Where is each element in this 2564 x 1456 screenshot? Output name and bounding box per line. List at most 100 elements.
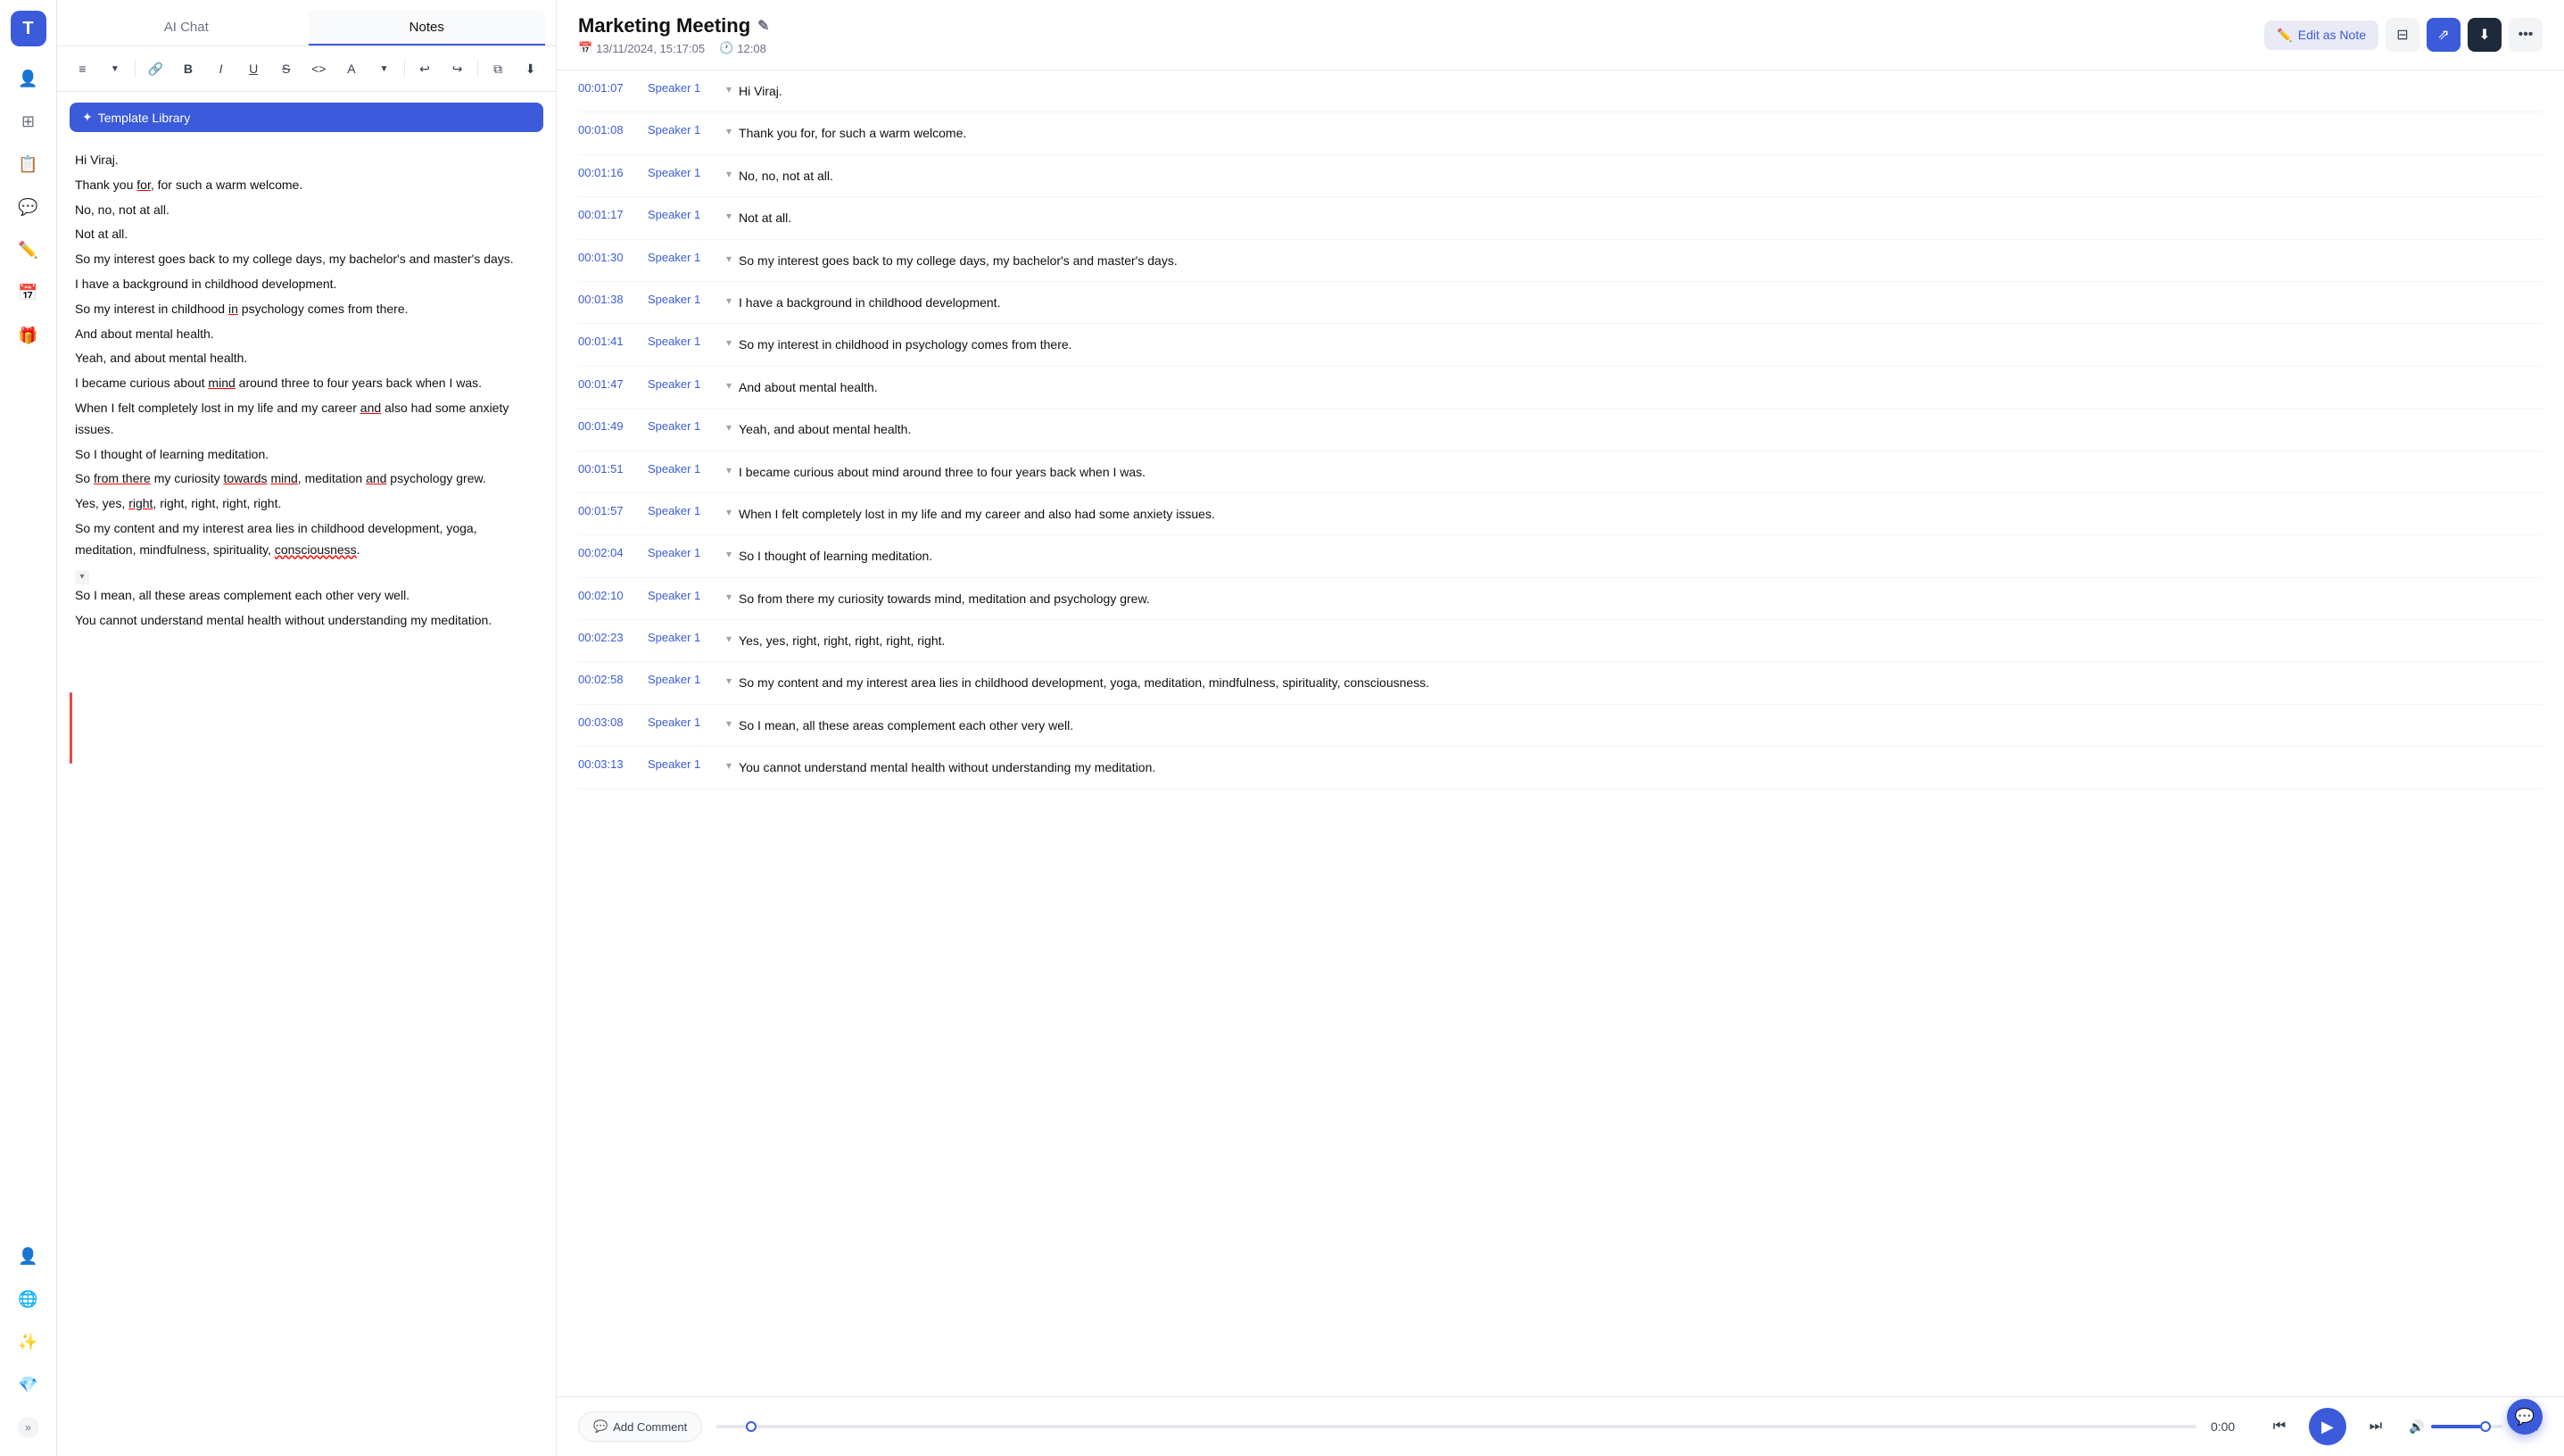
code-btn[interactable]: <> <box>306 55 332 82</box>
sidebar-item-gem[interactable]: 💎 <box>11 1367 46 1402</box>
timestamp-5[interactable]: 00:01:38 <box>578 293 641 306</box>
chevron-down-icon-10[interactable]: ▾ <box>726 504 732 518</box>
speaker-13[interactable]: Speaker 1 <box>648 631 719 644</box>
chevron-down-icon-9[interactable]: ▾ <box>726 462 732 476</box>
progress-thumb[interactable] <box>746 1421 757 1432</box>
sidebar-item-pen[interactable]: ✏️ <box>11 232 46 268</box>
speaker-6[interactable]: Speaker 1 <box>648 335 719 348</box>
sidebar-item-wand[interactable]: ✨ <box>11 1324 46 1360</box>
speaker-11[interactable]: Speaker 1 <box>648 546 719 559</box>
chevron-down-icon-5[interactable]: ▾ <box>726 293 732 307</box>
tab-notes[interactable]: Notes <box>309 11 546 46</box>
chevron-down-icon-11[interactable]: ▾ <box>726 546 732 560</box>
template-icon-btn[interactable]: ⊟ <box>2386 18 2419 52</box>
timestamp-14[interactable]: 00:02:58 <box>578 673 641 686</box>
speaker-2[interactable]: Speaker 1 <box>648 166 719 179</box>
timestamp-13[interactable]: 00:02:23 <box>578 631 641 644</box>
sidebar-collapse-btn[interactable]: » <box>18 1417 39 1438</box>
timestamp-12[interactable]: 00:02:10 <box>578 589 641 602</box>
chevron-down-icon-2[interactable]: ▾ <box>726 166 732 180</box>
chevron-down-icon-1[interactable]: ▾ <box>726 123 732 137</box>
volume-slider[interactable] <box>2431 1425 2502 1428</box>
copy-btn[interactable]: ⧉ <box>485 55 511 82</box>
expand-icon[interactable]: ▾ <box>75 570 89 584</box>
speaker-3[interactable]: Speaker 1 <box>648 208 719 221</box>
sidebar-item-calendar[interactable]: 📅 <box>11 275 46 310</box>
add-comment-btn[interactable]: 💬 Add Comment <box>578 1411 702 1442</box>
timestamp-2[interactable]: 00:01:16 <box>578 166 641 179</box>
chevron-down-icon-4[interactable]: ▾ <box>726 251 732 265</box>
speaker-9[interactable]: Speaker 1 <box>648 462 719 476</box>
link-btn[interactable]: 🔗 <box>143 55 169 82</box>
tab-ai-chat[interactable]: AI Chat <box>68 11 305 46</box>
template-library-btn[interactable]: ✦ Template Library <box>70 103 543 132</box>
chevron-down-icon-12[interactable]: ▾ <box>726 589 732 603</box>
speaker-4[interactable]: Speaker 1 <box>648 251 719 264</box>
undo-btn[interactable]: ↩ <box>412 55 438 82</box>
sidebar-item-person[interactable]: 👤 <box>11 1238 46 1274</box>
sidebar-item-gift[interactable]: 🎁 <box>11 318 46 353</box>
redo-btn[interactable]: ↪ <box>444 55 470 82</box>
font-color-btn[interactable]: A <box>339 55 365 82</box>
chevron-down-icon-3[interactable]: ▾ <box>726 208 732 222</box>
timestamp-3[interactable]: 00:01:17 <box>578 208 641 221</box>
chevron-down-icon-7[interactable]: ▾ <box>726 377 732 392</box>
sidebar-item-users[interactable]: 👤 <box>11 61 46 96</box>
speaker-16[interactable]: Speaker 1 <box>648 757 719 771</box>
timestamp-7[interactable]: 00:01:47 <box>578 377 641 391</box>
forward-btn[interactable]: ⏭ <box>2357 1408 2394 1445</box>
timestamp-6[interactable]: 00:01:41 <box>578 335 641 348</box>
speaker-7[interactable]: Speaker 1 <box>648 377 719 391</box>
floating-chat-btn[interactable]: 💬 <box>2507 1399 2543 1435</box>
timestamp-1[interactable]: 00:01:08 <box>578 123 641 136</box>
volume-icon[interactable]: 🔊 <box>2409 1419 2424 1435</box>
strikethrough-btn[interactable]: S <box>273 55 299 82</box>
right-header: Marketing Meeting ✎ 📅 13/11/2024, 15:17:… <box>557 0 2564 70</box>
timestamp-0[interactable]: 00:01:07 <box>578 81 641 95</box>
sidebar-item-translate[interactable]: 🌐 <box>11 1281 46 1317</box>
underline-btn[interactable]: U <box>241 55 267 82</box>
speaker-12[interactable]: Speaker 1 <box>648 589 719 602</box>
timestamp-15[interactable]: 00:03:08 <box>578 716 641 729</box>
speaker-0[interactable]: Speaker 1 <box>648 81 719 95</box>
timestamp-11[interactable]: 00:02:04 <box>578 546 641 559</box>
speaker-8[interactable]: Speaker 1 <box>648 419 719 433</box>
bold-btn[interactable]: B <box>176 55 202 82</box>
timestamp-9[interactable]: 00:01:51 <box>578 462 641 476</box>
timestamp-4[interactable]: 00:01:30 <box>578 251 641 264</box>
speaker-5[interactable]: Speaker 1 <box>648 293 719 306</box>
italic-btn[interactable]: I <box>208 55 234 82</box>
chevron-down-icon-6[interactable]: ▾ <box>726 335 732 349</box>
edit-as-note-btn[interactable]: ✏️ Edit as Note <box>2264 21 2378 50</box>
chevron-down-icon-14[interactable]: ▾ <box>726 673 732 687</box>
sidebar-item-document[interactable]: 📋 <box>11 146 46 182</box>
chevron-down-icon-16[interactable]: ▾ <box>726 757 732 772</box>
rewind-btn[interactable]: ⏮ <box>2261 1408 2298 1445</box>
speaker-15[interactable]: Speaker 1 <box>648 716 719 729</box>
align-btn[interactable]: ≡ <box>70 55 95 82</box>
app-logo[interactable]: T <box>11 11 46 46</box>
more-icon-btn[interactable]: ••• <box>2509 18 2543 52</box>
chevron-down-icon-13[interactable]: ▾ <box>726 631 732 645</box>
chevron-down-icon-0[interactable]: ▾ <box>726 81 732 95</box>
volume-thumb[interactable] <box>2480 1421 2491 1432</box>
speaker-10[interactable]: Speaker 1 <box>648 504 719 517</box>
sidebar-item-chat[interactable]: 💬 <box>11 189 46 225</box>
timestamp-8[interactable]: 00:01:49 <box>578 419 641 433</box>
speaker-14[interactable]: Speaker 1 <box>648 673 719 686</box>
sidebar-item-grid[interactable]: ⊞ <box>11 103 46 139</box>
share-icon-btn[interactable]: ⇗ <box>2427 18 2461 52</box>
font-dropdown-btn[interactable]: ▼ <box>371 55 397 82</box>
play-btn[interactable]: ▶ <box>2309 1408 2346 1445</box>
timestamp-16[interactable]: 00:03:13 <box>578 757 641 771</box>
download-btn[interactable]: ⬇ <box>517 55 543 82</box>
download-icon-btn[interactable]: ⬇ <box>2468 18 2502 52</box>
timestamp-10[interactable]: 00:01:57 <box>578 504 641 517</box>
chevron-down-icon-15[interactable]: ▾ <box>726 716 732 730</box>
align-dropdown-btn[interactable]: ▼ <box>103 55 128 82</box>
progress-bar[interactable] <box>716 1425 2196 1428</box>
chevron-down-icon-8[interactable]: ▾ <box>726 419 732 434</box>
speaker-1[interactable]: Speaker 1 <box>648 123 719 136</box>
editor-area[interactable]: Hi Viraj. Thank you for, for such a warm… <box>57 139 556 1456</box>
edit-title-icon[interactable]: ✎ <box>757 17 769 35</box>
